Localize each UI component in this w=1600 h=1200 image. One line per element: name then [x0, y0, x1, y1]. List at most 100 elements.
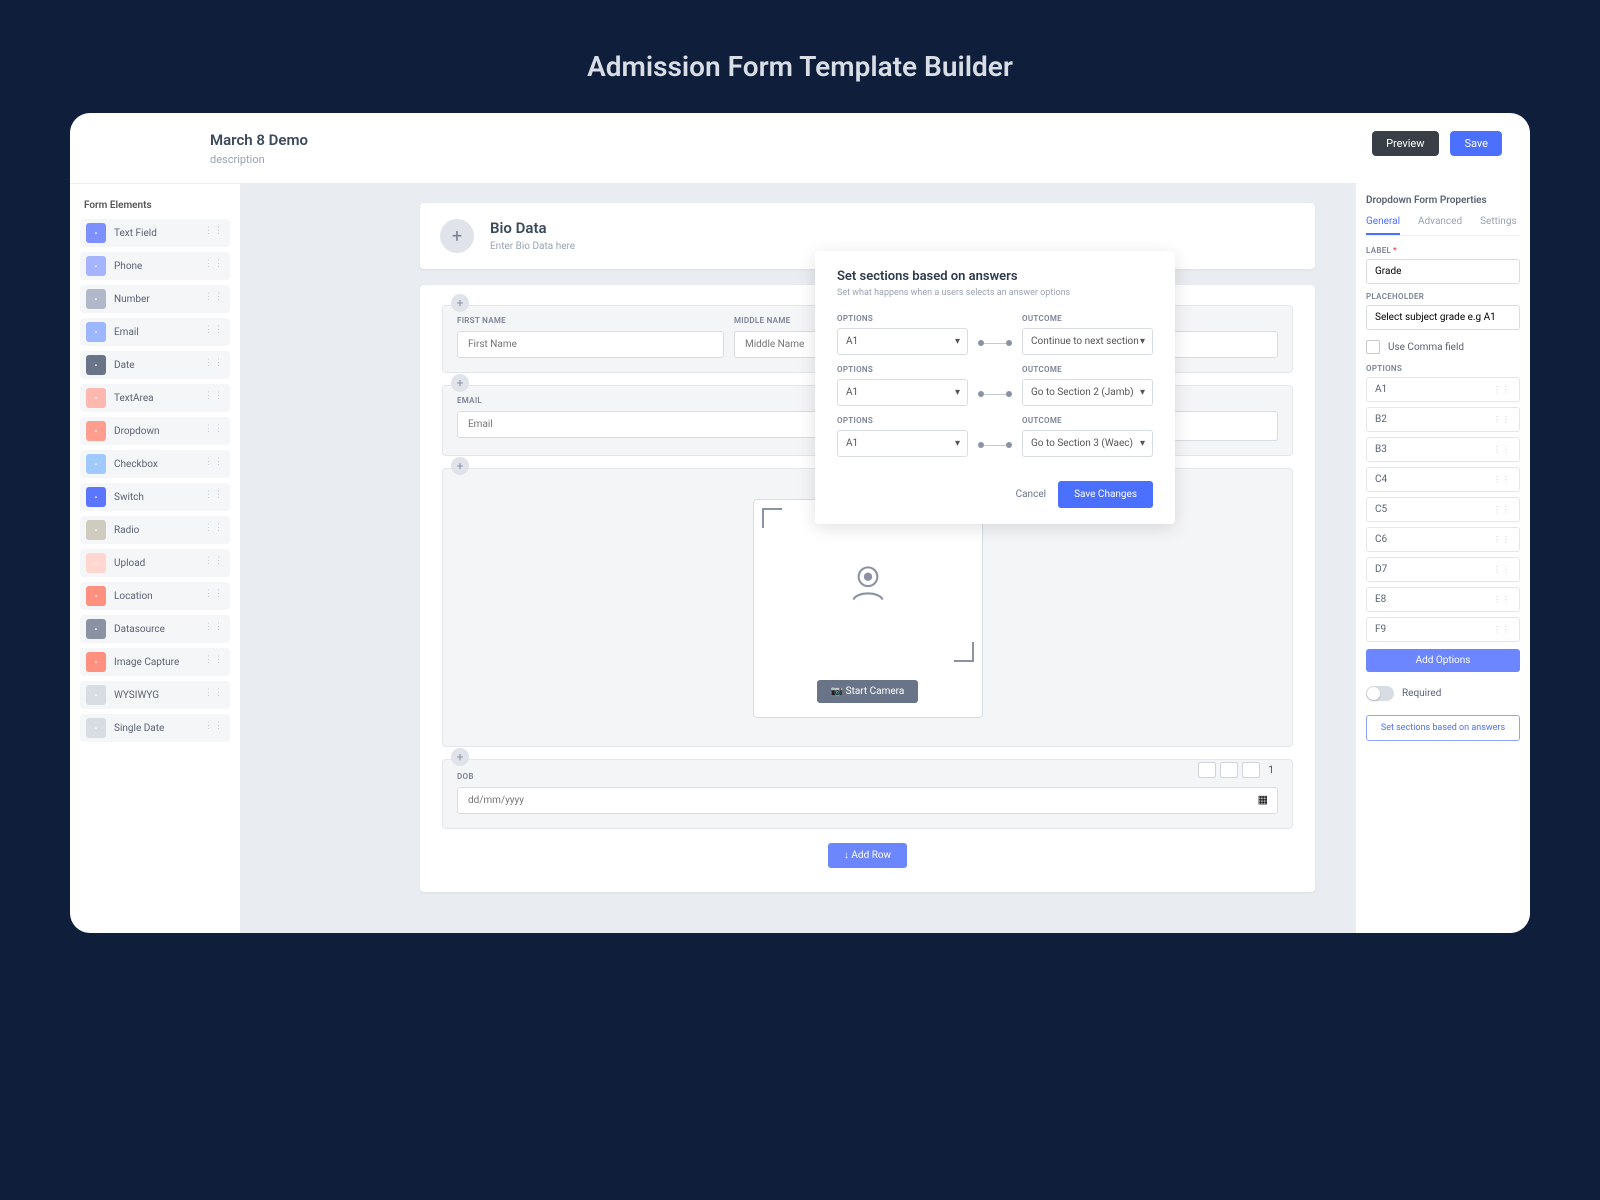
col-layout-1[interactable]: [1198, 762, 1216, 778]
drag-handle-icon[interactable]: ⋮⋮: [1493, 535, 1511, 544]
drag-handle-icon[interactable]: ⋮⋮: [1493, 385, 1511, 394]
sidebar-item[interactable]: •WYSIWYG⋮⋮: [80, 681, 230, 709]
option-item[interactable]: B3 ⋮⋮: [1366, 437, 1520, 462]
calendar-icon[interactable]: ▦: [1258, 793, 1268, 806]
save-changes-button[interactable]: Save Changes: [1058, 481, 1153, 508]
drag-handle-icon[interactable]: ⋮⋮: [1493, 595, 1511, 604]
modal-subtitle: Set what happens when a users selects an…: [837, 288, 1153, 298]
email-input[interactable]: [457, 411, 861, 438]
modal-title: Set sections based on answers: [837, 269, 1153, 284]
drag-handle-icon[interactable]: ⋮⋮: [1493, 415, 1511, 424]
option-item[interactable]: C4⋮⋮: [1366, 467, 1520, 492]
drag-handle-icon[interactable]: ⋮⋮: [204, 655, 224, 665]
sidebar-item[interactable]: •Switch⋮⋮: [80, 483, 230, 511]
sidebar-item[interactable]: •Radio⋮⋮: [80, 516, 230, 544]
drag-handle-icon[interactable]: ⋮⋮: [1493, 565, 1511, 574]
drag-handle-icon[interactable]: ⋮⋮: [204, 556, 224, 566]
option-select[interactable]: A1: [837, 430, 968, 457]
add-section-icon[interactable]: +: [440, 219, 474, 253]
drag-handle-icon[interactable]: ⋮⋮: [204, 457, 224, 467]
sidebar-item-label: Number: [114, 294, 150, 305]
cancel-button[interactable]: Cancel: [1016, 489, 1046, 500]
sidebar-item[interactable]: •Upload⋮⋮: [80, 549, 230, 577]
drag-handle-icon[interactable]: ⋮⋮: [204, 259, 224, 269]
start-camera-button[interactable]: 📷 Start Camera: [817, 680, 919, 703]
tab-general[interactable]: General: [1366, 216, 1400, 235]
drag-handle-icon[interactable]: ⋮⋮: [204, 721, 224, 731]
sidebar-item[interactable]: •TextArea⋮⋮: [80, 384, 230, 412]
form-description: description: [210, 153, 308, 166]
sidebar-item[interactable]: •Single Date⋮⋮: [80, 714, 230, 742]
drag-handle-icon[interactable]: ⋮⋮: [204, 226, 224, 236]
outcome-select[interactable]: Continue to next section: [1022, 328, 1153, 355]
properties-tabs: General Advanced Settings: [1366, 216, 1520, 236]
add-field-icon[interactable]: +: [451, 748, 469, 766]
drag-handle-icon[interactable]: ⋮⋮: [204, 523, 224, 533]
drag-handle-icon[interactable]: ⋮⋮: [1493, 475, 1511, 484]
drag-handle-icon[interactable]: ⋮⋮: [204, 622, 224, 632]
option-item[interactable]: E8⋮⋮: [1366, 587, 1520, 612]
dob-input[interactable]: [457, 787, 1278, 814]
element-icon: •: [86, 619, 106, 639]
option-item[interactable]: C5⋮⋮: [1366, 497, 1520, 522]
sidebar-item[interactable]: •Datasource⋮⋮: [80, 615, 230, 643]
comma-checkbox[interactable]: [1366, 340, 1380, 354]
add-field-icon[interactable]: +: [451, 374, 469, 392]
sidebar: Form Elements •Text Field⋮⋮•Phone⋮⋮•Numb…: [70, 183, 240, 933]
sidebar-item[interactable]: •Image Capture⋮⋮: [80, 648, 230, 676]
add-field-icon[interactable]: +: [451, 294, 469, 312]
drag-handle-icon[interactable]: ⋮⋮: [204, 490, 224, 500]
options-label: Options: [1366, 364, 1520, 373]
page-title: Admission Form Template Builder: [0, 0, 1600, 113]
set-sections-button[interactable]: Set sections based on answers: [1366, 715, 1520, 741]
drag-handle-icon[interactable]: ⋮⋮: [204, 325, 224, 335]
outcome-select[interactable]: Go to Section 2 (Jamb): [1022, 379, 1153, 406]
col-layout-2[interactable]: [1220, 762, 1238, 778]
add-field-icon[interactable]: +: [451, 457, 469, 475]
sidebar-item[interactable]: •Dropdown⋮⋮: [80, 417, 230, 445]
drag-handle-icon[interactable]: ⋮⋮: [204, 688, 224, 698]
preview-button[interactable]: Preview: [1372, 131, 1438, 156]
sidebar-item[interactable]: •Number⋮⋮: [80, 285, 230, 313]
sidebar-item[interactable]: •Date⋮⋮: [80, 351, 230, 379]
option-item[interactable]: C6⋮⋮: [1366, 527, 1520, 552]
sidebar-item[interactable]: •Checkbox⋮⋮: [80, 450, 230, 478]
connector-icon: [978, 340, 1012, 355]
required-toggle[interactable]: [1366, 686, 1394, 701]
option-select[interactable]: A1: [837, 328, 968, 355]
tab-advanced[interactable]: Advanced: [1418, 216, 1462, 235]
drag-handle-icon[interactable]: ⋮⋮: [204, 292, 224, 302]
sidebar-item[interactable]: •Phone⋮⋮: [80, 252, 230, 280]
tab-settings[interactable]: Settings: [1480, 216, 1517, 235]
drag-handle-icon[interactable]: ⋮⋮: [204, 424, 224, 434]
option-item[interactable]: A1⋮⋮: [1366, 377, 1520, 402]
option-item[interactable]: D7⋮⋮: [1366, 557, 1520, 582]
drag-handle-icon[interactable]: ⋮⋮: [204, 358, 224, 368]
drag-handle-icon[interactable]: ⋮⋮: [1493, 625, 1511, 634]
sidebar-item[interactable]: •Text Field⋮⋮: [80, 219, 230, 247]
sidebar-item[interactable]: •Email⋮⋮: [80, 318, 230, 346]
option-text: B3: [1375, 444, 1387, 455]
placeholder-input[interactable]: [1366, 305, 1520, 330]
add-options-button[interactable]: Add Options: [1366, 649, 1520, 672]
sidebar-item-label: Phone: [114, 261, 142, 272]
drag-handle-icon[interactable]: ⋮⋮: [204, 589, 224, 599]
drag-handle-icon[interactable]: ⋮⋮: [204, 391, 224, 401]
col-layout-3[interactable]: [1242, 762, 1260, 778]
element-icon: •: [86, 487, 106, 507]
drag-handle-icon[interactable]: ⋮⋮: [1493, 505, 1511, 514]
first-name-input[interactable]: [457, 331, 724, 358]
dob-label: DOB: [457, 772, 1278, 781]
outcome-select[interactable]: Go to Section 3 (Waec): [1022, 430, 1153, 457]
placeholder-label: Placeholder: [1366, 292, 1520, 301]
drag-handle-icon[interactable]: ⋮⋮: [1493, 445, 1511, 454]
sidebar-item[interactable]: •Location⋮⋮: [80, 582, 230, 610]
sidebar-item-label: Checkbox: [114, 459, 158, 470]
add-row-button[interactable]: Add Row: [828, 843, 907, 868]
option-item[interactable]: F9⋮⋮: [1366, 617, 1520, 642]
save-button[interactable]: Save: [1450, 131, 1502, 156]
option-item[interactable]: B2⋮⋮: [1366, 407, 1520, 432]
options-label: Options: [837, 416, 968, 425]
option-select[interactable]: A1: [837, 379, 968, 406]
label-input[interactable]: [1366, 259, 1520, 284]
